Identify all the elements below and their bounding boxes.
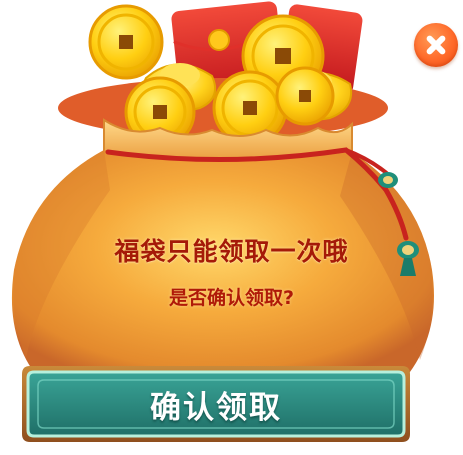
- coin-center-right: [275, 66, 335, 126]
- dialog-title: 福袋只能领取一次哦: [114, 237, 349, 266]
- confirm-claim-button[interactable]: 确认领取: [22, 365, 410, 443]
- dialog-subtitle: 是否确认领取?: [168, 287, 295, 309]
- confirm-claim-label: 确认领取: [150, 389, 282, 426]
- lucky-bag-dialog: 福袋只能领取一次哦 是否确认领取? 确认领取: [0, 0, 463, 455]
- tassel-bead-upper: [378, 172, 398, 188]
- coin-top-left: [88, 4, 164, 80]
- close-button[interactable]: [414, 23, 458, 67]
